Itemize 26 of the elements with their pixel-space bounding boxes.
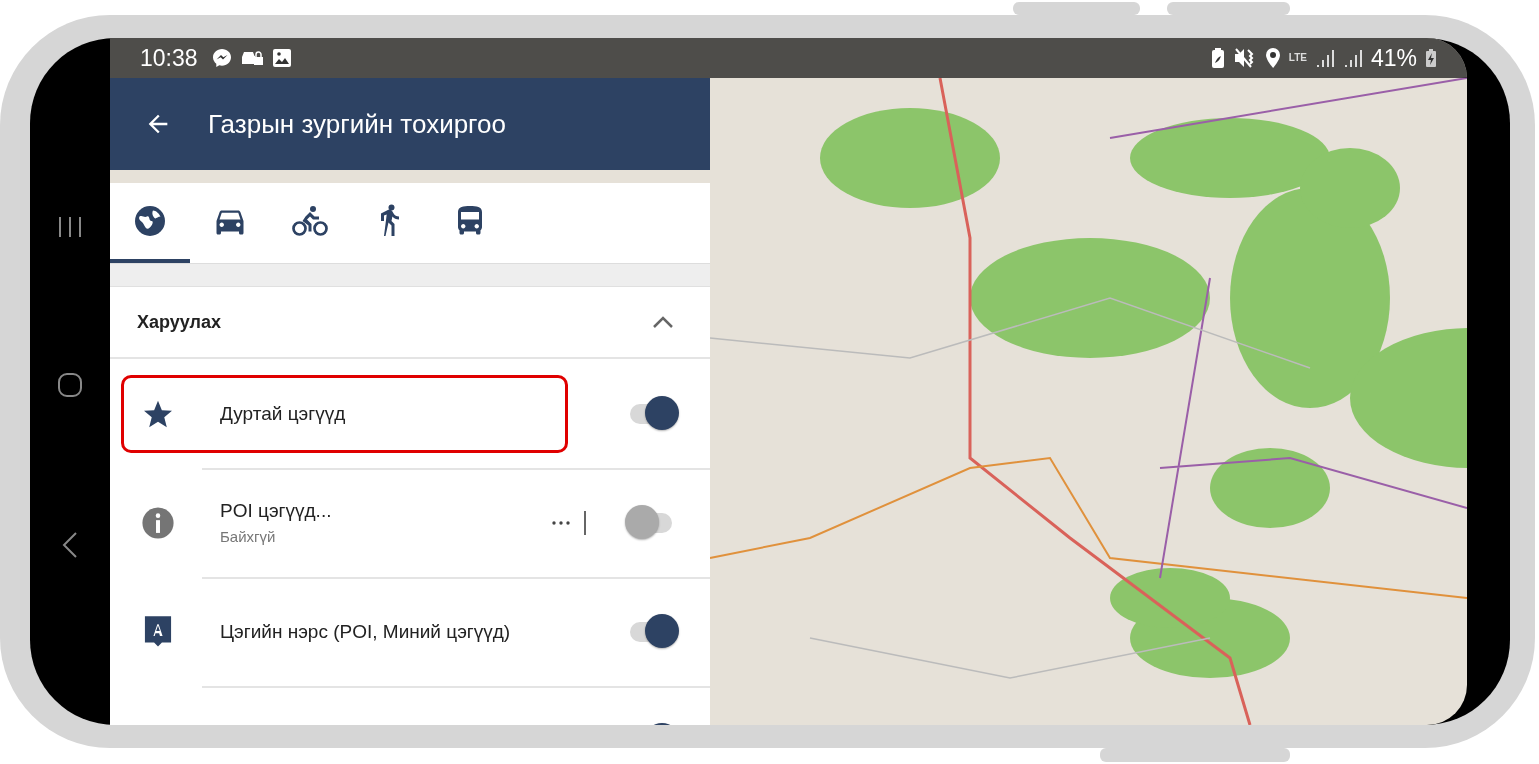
screen-title: Газрын зургийн тохиргоо <box>208 108 506 140</box>
signal-icon <box>1342 48 1363 68</box>
signal-icon <box>1314 48 1335 68</box>
location-icon <box>1264 47 1281 69</box>
setting-label: Цэгийн нэрс (POI, Миний цэгүүд) <box>220 620 512 643</box>
setting-label: Дуртай цэгүүд <box>220 402 347 425</box>
car-lock-icon <box>239 49 264 67</box>
battery-charging-icon <box>1425 48 1437 68</box>
globe-icon <box>132 203 168 239</box>
label-icon <box>143 614 173 649</box>
battery-level: 41% <box>1370 44 1417 72</box>
battery-saver-icon <box>1210 47 1225 69</box>
more-icon[interactable] <box>552 520 570 525</box>
image-icon <box>271 48 292 68</box>
network-type: LTE <box>1288 53 1307 63</box>
setting-label: POI цэгүүд... <box>220 500 333 522</box>
back-icon[interactable] <box>62 530 78 559</box>
clock: 10:38 <box>140 44 198 72</box>
chevron-icon[interactable] <box>652 315 674 329</box>
messenger-icon <box>211 48 232 68</box>
setting-value: Байхгүй <box>220 528 277 545</box>
cyclist-icon <box>290 203 330 239</box>
info-icon <box>141 505 175 540</box>
home-icon[interactable] <box>57 371 83 398</box>
recent-apps-icon[interactable] <box>57 214 83 239</box>
section-title: Харуулах <box>137 311 221 333</box>
